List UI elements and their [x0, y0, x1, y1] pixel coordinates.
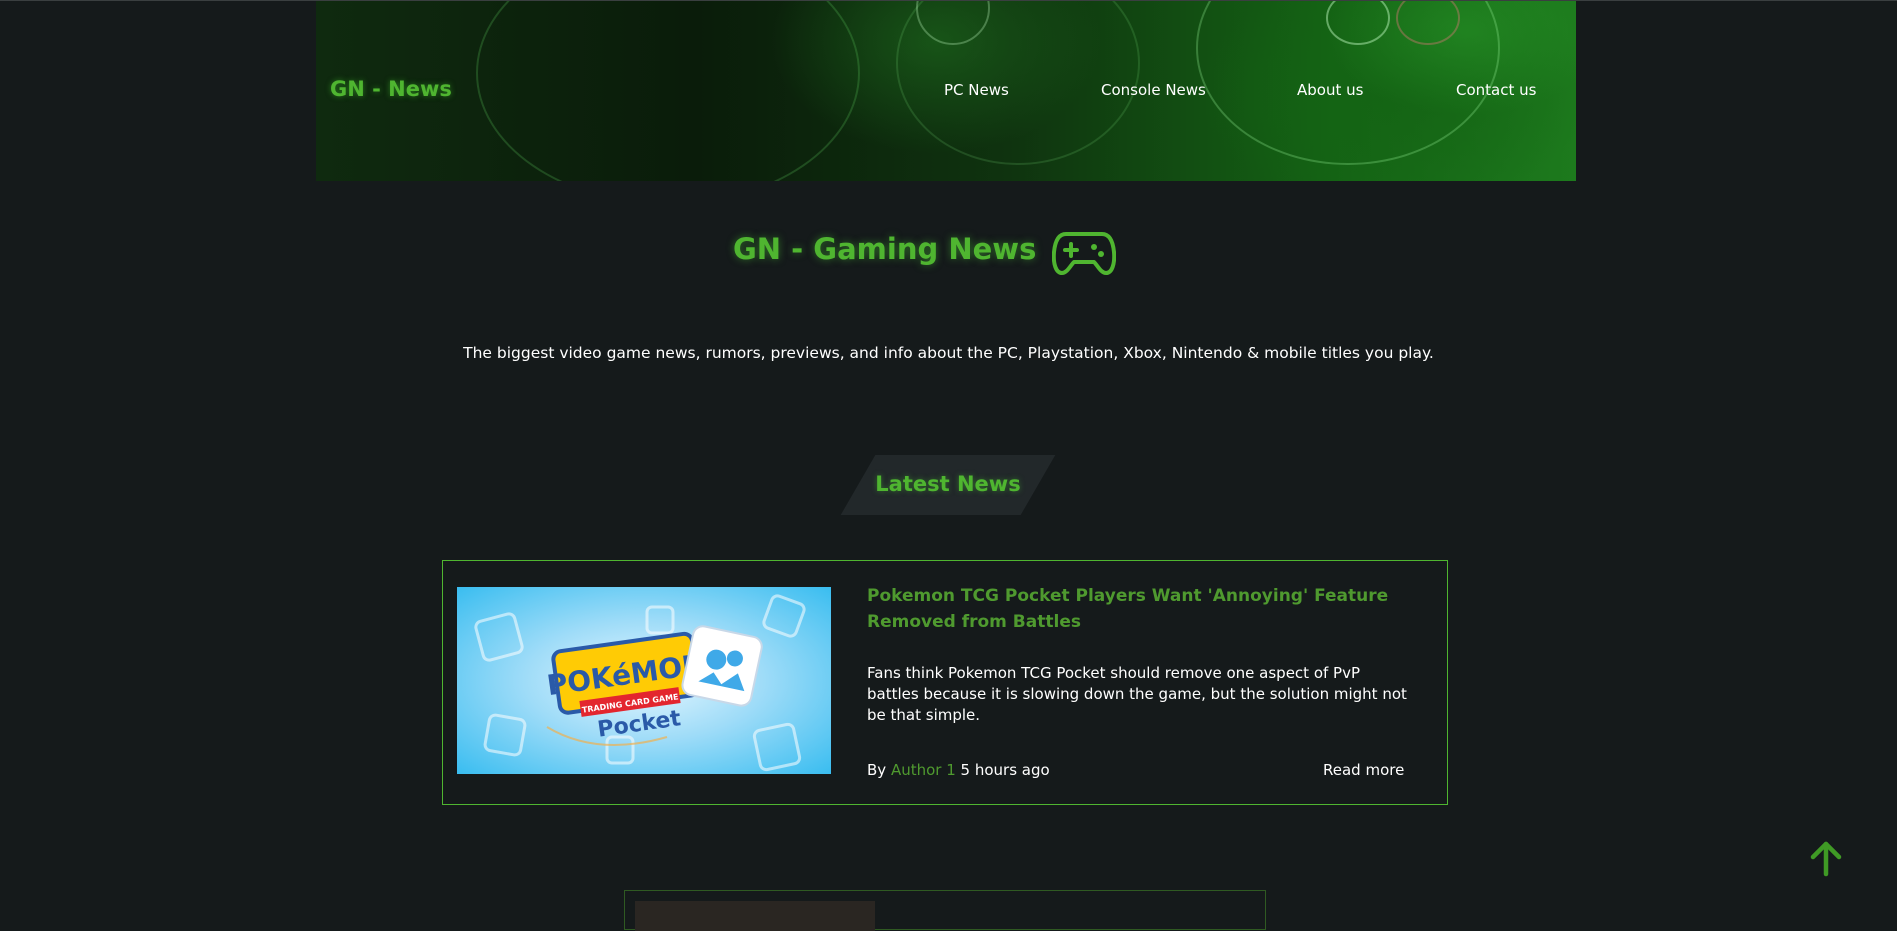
arrow-up-icon[interactable] [1806, 838, 1846, 878]
nav-about-us[interactable]: About us [1297, 81, 1363, 99]
news-card-partial [624, 890, 1266, 931]
article-author[interactable]: Author 1 [891, 761, 956, 779]
nav-console-news[interactable]: Console News [1101, 81, 1206, 99]
pokemon-pocket-art: POKéMON TRADING CARD GAME Pocket [474, 594, 806, 772]
article-time: 5 hours ago [960, 761, 1050, 779]
site-tagline: The biggest video game news, rumors, pre… [463, 344, 1434, 362]
article-thumbnail-partial[interactable] [635, 901, 875, 931]
article-description: Fans think Pokemon TCG Pocket should rem… [867, 664, 1407, 724]
by-label: By [867, 761, 887, 779]
latest-news-heading: Latest News [875, 472, 1021, 496]
gamepad-icon [1052, 232, 1116, 275]
read-more-link[interactable]: Read more [1323, 761, 1404, 779]
nav-pc-news[interactable]: PC News [944, 81, 1009, 99]
news-card: POKéMON TRADING CARD GAME Pocket Pokemon… [442, 560, 1448, 805]
site-header: GN - News PC News Console News About us … [316, 1, 1576, 181]
article-thumbnail[interactable]: POKéMON TRADING CARD GAME Pocket [457, 587, 831, 774]
header-background-art [476, 1, 860, 181]
article-title[interactable]: Pokemon TCG Pocket Players Want 'Annoyin… [867, 583, 1427, 635]
brand-logo[interactable]: GN - News [330, 77, 452, 101]
page-title: GN - Gaming News [733, 232, 1037, 266]
article-meta: By Author 1 5 hours ago [867, 761, 1050, 779]
nav-contact-us[interactable]: Contact us [1456, 81, 1536, 99]
